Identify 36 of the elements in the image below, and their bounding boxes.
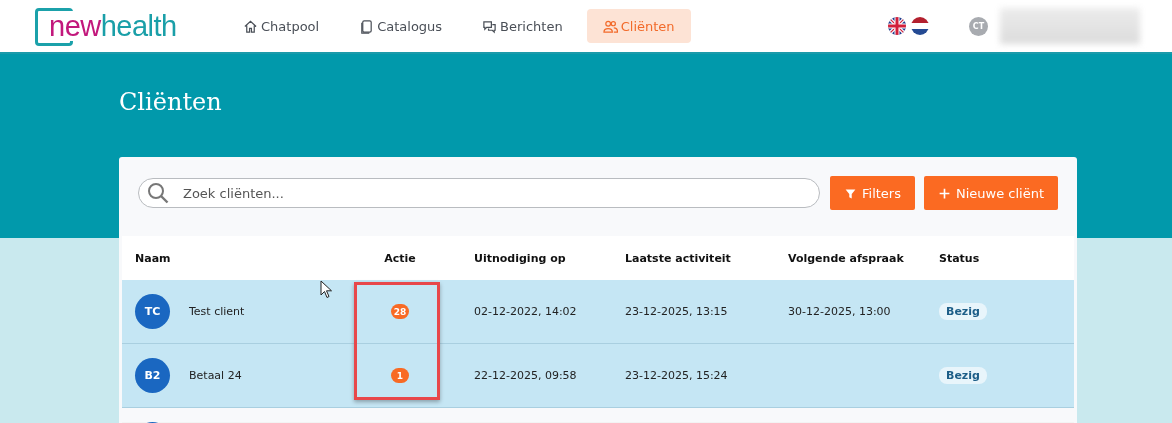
pages-icon: [359, 18, 375, 34]
client-avatar: TC: [135, 294, 170, 329]
nav-tab[interactable]: Catalogus: [343, 9, 459, 43]
search-icon: [147, 182, 169, 204]
status-tag: Bezig: [939, 367, 987, 384]
nav-tab[interactable]: Berichten: [466, 9, 579, 43]
logo[interactable]: newhealth: [49, 11, 179, 41]
dutch-flag-icon[interactable]: [911, 17, 929, 35]
column-header: Actie: [384, 251, 416, 265]
table-cell-text: 30-12-2025, 13:00: [788, 305, 892, 318]
page-title: Cliënten: [119, 88, 223, 116]
table-cell-text: 23-12-2025, 15:24: [625, 369, 729, 382]
home-icon: [243, 18, 258, 34]
table-cell-text: 23-12-2025, 13:15: [625, 305, 729, 318]
status-tag: Bezig: [939, 303, 987, 320]
client-name: Betaal 24: [189, 369, 242, 382]
chat-icon: [482, 18, 498, 34]
column-header: Volgende afspraak: [788, 251, 905, 265]
column-header: Status: [939, 251, 981, 265]
table-cell-text: 02-12-2022, 14:02: [473, 305, 578, 318]
table-row[interactable]: B2 Betaal 24 1 22-12-2025, 09:58 23-12-2025, 15:24 Bezig: [122, 344, 1074, 408]
filter-icon: [844, 186, 857, 200]
uk-flag-icon[interactable]: [888, 17, 906, 35]
table-cell-text: 22-12-2025, 09:58: [473, 369, 578, 382]
action-count: 28: [390, 304, 410, 319]
client-name: Test client: [189, 305, 245, 318]
table-row[interactable]: TC Test client 28 02-12-2022, 14:02 23-12-2025, 13:15 30-12-2025, 13:00 Bezig: [122, 280, 1074, 344]
search-field[interactable]: Zoek cliënten...: [138, 178, 820, 208]
plus-icon: [937, 186, 951, 200]
action-count: 1: [391, 368, 409, 383]
nav-tab[interactable]: Chatpool: [227, 9, 336, 43]
column-header: Uitnodiging op: [473, 251, 567, 265]
column-header: Naam: [134, 251, 172, 265]
users-icon: [602, 18, 618, 34]
client-avatar: B2: [135, 358, 170, 393]
column-header: Laatste activiteit: [625, 251, 732, 265]
